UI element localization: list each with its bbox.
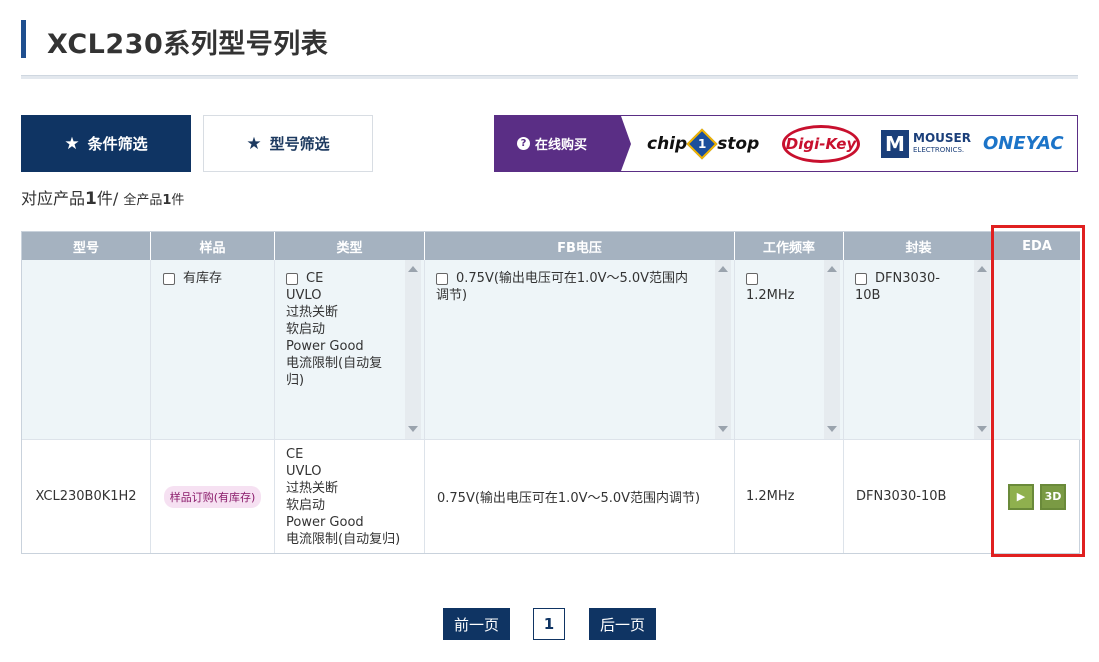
- product-table: 型号 样品 类型 FB电压 工作频率 封装 EDA 有库存 CE UVLO 过热…: [21, 231, 1081, 554]
- arrow-shape: [621, 116, 631, 171]
- fb-filter-scrollbar[interactable]: [715, 260, 731, 440]
- star-icon: ★: [246, 133, 262, 154]
- buy-online-bar: ? 在线购买 chip 1 stop Digi-Key M MOUSER ELEC…: [494, 115, 1078, 172]
- title-accent: [21, 20, 26, 58]
- header-model[interactable]: 型号: [22, 232, 151, 260]
- filter-fb-voltage: 0.75V(输出电压可在1.0V～5.0V范围内 调节): [425, 260, 735, 440]
- header-type[interactable]: 类型: [275, 232, 425, 260]
- filter-sample: 有库存: [151, 260, 275, 440]
- package-filter-scrollbar[interactable]: [974, 260, 990, 440]
- type-filter-scrollbar[interactable]: [405, 260, 421, 440]
- filter-package: DFN3030- 10B: [844, 260, 994, 440]
- vendor-chip1stop-logo[interactable]: chip 1 stop: [647, 116, 759, 171]
- type-ce-checkbox[interactable]: [286, 272, 298, 285]
- cell-package: DFN3030-10B: [844, 440, 994, 553]
- frequency-filter-scrollbar[interactable]: [824, 260, 840, 440]
- header-fb-voltage[interactable]: FB电压: [425, 232, 735, 260]
- header-frequency[interactable]: 工作频率: [735, 232, 844, 260]
- tab-label: 型号筛选: [269, 135, 330, 153]
- vendor-mouser-logo[interactable]: M MOUSER ELECTRONICS.: [881, 116, 971, 171]
- stock-checkbox[interactable]: [163, 272, 175, 285]
- page-number-button[interactable]: 1: [533, 608, 565, 640]
- frequency-checkbox[interactable]: [746, 272, 758, 285]
- filter-model: [22, 260, 151, 440]
- filter-type: CE UVLO 过热关断 软启动 Power Good 电流限制(自动复 归): [275, 260, 425, 440]
- prev-page-button[interactable]: 前一页: [443, 608, 510, 640]
- tab-condition-filter[interactable]: ★ 条件筛选: [21, 115, 191, 172]
- title-bar: XCL230系列型号列表: [21, 20, 1078, 80]
- eda-highlight-box: [991, 225, 1085, 557]
- sample-badge[interactable]: 样品订购(有库存): [163, 485, 262, 508]
- cell-fb-voltage: 0.75V(输出电压可在1.0V～5.0V范围内调节): [425, 440, 735, 553]
- result-count: 对应产品1件/ 全产品1件: [21, 189, 185, 209]
- buy-online-label: ? 在线购买: [495, 116, 621, 171]
- next-page-button[interactable]: 后一页: [589, 608, 656, 640]
- question-icon: ?: [517, 137, 530, 150]
- page-title: XCL230系列型号列表: [47, 29, 329, 60]
- tab-model-filter[interactable]: ★ 型号筛选: [203, 115, 373, 172]
- header-sample[interactable]: 样品: [151, 232, 275, 260]
- title-divider: [21, 75, 1078, 79]
- tab-label: 条件筛选: [87, 135, 148, 153]
- cell-sample: 样品订购(有库存): [151, 440, 275, 553]
- star-icon: ★: [64, 133, 80, 154]
- fb-voltage-checkbox[interactable]: [436, 272, 448, 285]
- package-checkbox[interactable]: [855, 272, 867, 285]
- vendor-oneyac-logo[interactable]: ONEYAC: [983, 116, 1064, 171]
- cell-model[interactable]: XCL230B0K1H2: [22, 440, 151, 553]
- cell-type: CE UVLO 过热关断 软启动 Power Good 电流限制(自动复归): [275, 440, 425, 553]
- cell-frequency: 1.2MHz: [735, 440, 844, 553]
- header-package[interactable]: 封装: [844, 232, 994, 260]
- vendor-digikey-logo[interactable]: Digi-Key: [782, 116, 860, 171]
